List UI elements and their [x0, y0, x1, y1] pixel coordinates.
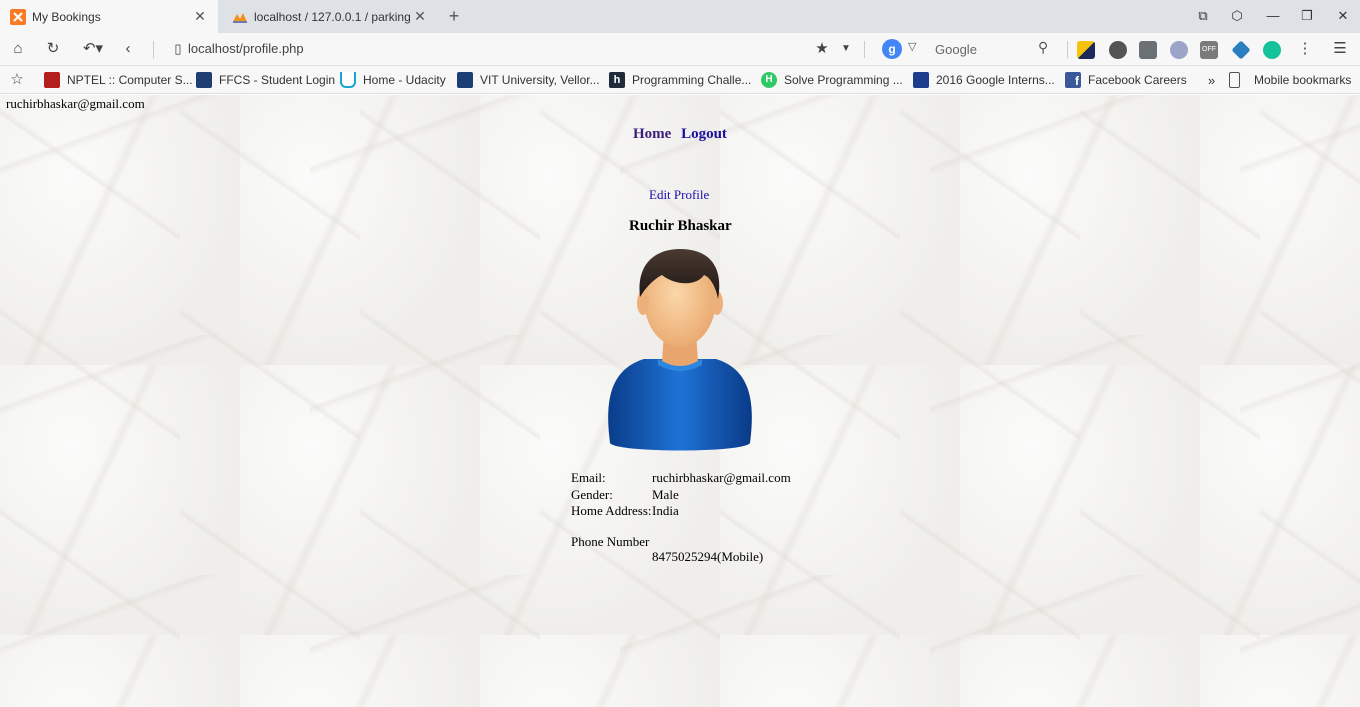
- tab-title: localhost / 127.0.0.1 / parking |: [254, 9, 412, 24]
- close-window-icon[interactable]: ✕: [1331, 5, 1355, 27]
- logged-in-email: ruchirbhaskar@gmail.com: [6, 96, 145, 111]
- edit-profile-link[interactable]: Edit Profile: [649, 187, 709, 203]
- mobile-phone-icon: [1229, 72, 1240, 88]
- bookmark-label: Programming Challe...: [632, 73, 752, 87]
- grammarly-icon[interactable]: [1263, 41, 1281, 59]
- tab-phpmyadmin[interactable]: localhost / 127.0.0.1 / parking | ✕: [222, 0, 438, 33]
- profile-name: Ruchir Bhaskar: [629, 218, 732, 234]
- bookmark-item[interactable]: f Facebook Careers: [1065, 71, 1187, 89]
- bookmark-item[interactable]: VIT University, Vellor...: [457, 71, 600, 89]
- bookmark-item[interactable]: NPTEL :: Computer S...: [44, 71, 193, 89]
- bookmark-label: VIT University, Vellor...: [480, 73, 600, 87]
- tab-strip: My Bookings ✕ localhost / 127.0.0.1 / pa…: [0, 0, 1360, 33]
- hackerrank-icon: h: [609, 72, 625, 88]
- email-label: Email:: [571, 470, 606, 485]
- gender-value: Male: [652, 487, 679, 502]
- bookmark-blue-icon: [913, 72, 929, 88]
- site-nav: Home Logout: [633, 126, 727, 143]
- off-extension-icon[interactable]: OFF: [1200, 41, 1218, 59]
- bookmark-item[interactable]: FFCS - Student Login: [196, 71, 335, 89]
- star-icon[interactable]: ☆: [5, 69, 29, 91]
- phpmyadmin-icon: [233, 12, 247, 23]
- mobile-bookmarks-label: Mobile bookmarks: [1254, 73, 1352, 87]
- undo-close-icon[interactable]: ↶▾: [78, 38, 108, 60]
- new-tab-button[interactable]: +: [443, 5, 465, 27]
- vit-icon: [196, 72, 212, 88]
- bookmark-label: Facebook Careers: [1088, 73, 1187, 87]
- udacity-icon: [340, 72, 356, 88]
- bookmark-label: FFCS - Student Login: [219, 73, 336, 87]
- bookmark-item[interactable]: h Programming Challe...: [609, 71, 751, 89]
- search-engine-icon[interactable]: g: [882, 39, 902, 59]
- url-field[interactable]: localhost/profile.php: [188, 41, 304, 56]
- back-icon[interactable]: ‹: [116, 38, 140, 60]
- chevron-down-icon[interactable]: ▽: [908, 40, 916, 53]
- xampp-icon: [10, 8, 26, 25]
- tab-list-icon[interactable]: ⧉: [1191, 5, 1215, 27]
- divider: [153, 41, 154, 58]
- more-menu-icon[interactable]: ⋮: [1293, 38, 1317, 60]
- bookmark-label: 2016 Google Interns...: [936, 73, 1055, 87]
- bookmark-star-icon[interactable]: ★: [810, 38, 834, 60]
- nptel-icon: [44, 72, 60, 88]
- search-box[interactable]: g ▽ Google ⚲: [880, 37, 1060, 62]
- bookmarks-bar: ☆ NPTEL :: Computer S... FFCS - Student …: [0, 66, 1360, 94]
- phone-value: 8475025294(Mobile): [652, 549, 764, 564]
- extension-icon[interactable]: [1139, 41, 1157, 59]
- bookmark-label: Solve Programming ...: [784, 73, 903, 87]
- divider: [1067, 41, 1068, 58]
- search-placeholder: Google: [935, 42, 977, 57]
- extension-icon[interactable]: [1077, 41, 1095, 59]
- home-link[interactable]: Home: [633, 126, 671, 142]
- address-label: Home Address:: [571, 503, 652, 518]
- tab-my-bookings[interactable]: My Bookings ✕: [0, 0, 218, 33]
- bookmark-label: NPTEL :: Computer S...: [67, 73, 193, 87]
- address-value: India: [652, 503, 679, 518]
- gender-label: Gender:: [571, 487, 613, 502]
- bookmark-label: Home - Udacity: [363, 73, 446, 87]
- extension-icon[interactable]: [1170, 41, 1188, 59]
- close-tab-icon[interactable]: ✕: [192, 8, 208, 25]
- divider: [864, 41, 865, 58]
- minimize-icon[interactable]: —: [1261, 5, 1285, 27]
- maximize-icon[interactable]: ❐: [1295, 5, 1319, 27]
- facebook-icon: f: [1065, 72, 1081, 88]
- reload-icon[interactable]: ↻: [41, 38, 65, 60]
- mobile-bookmarks[interactable]: Mobile bookmarks: [1229, 71, 1351, 89]
- tab-title: My Bookings: [32, 9, 101, 24]
- close-tab-icon[interactable]: ✕: [412, 8, 428, 25]
- vit-icon: [457, 72, 473, 88]
- bookmark-item[interactable]: Home - Udacity: [340, 71, 446, 89]
- search-icon[interactable]: ⚲: [1038, 39, 1048, 56]
- bookmark-dropdown-icon[interactable]: ▼: [834, 38, 858, 60]
- email-value: ruchirbhaskar@gmail.com: [652, 470, 791, 485]
- bookmark-item[interactable]: 2016 Google Interns...: [913, 71, 1055, 89]
- address-toolbar: ⌂ ↻ ↶▾ ‹ ▯ localhost/profile.php ★ ▼ g ▽…: [0, 33, 1360, 66]
- phone-label: Phone Number: [571, 534, 650, 549]
- user-avatar-icon: [608, 249, 752, 451]
- bookmark-item[interactable]: H Solve Programming ...: [761, 71, 903, 89]
- extension-icon[interactable]: [1109, 41, 1127, 59]
- logout-link[interactable]: Logout: [681, 126, 727, 142]
- bookmarks-overflow-button[interactable]: »: [1208, 71, 1215, 89]
- hackerrank-green-icon: H: [761, 72, 777, 88]
- page-info-icon[interactable]: ▯: [166, 38, 190, 60]
- hamburger-menu-icon[interactable]: ☰: [1328, 38, 1352, 60]
- page-content: ruchirbhaskar@gmail.com Home Logout Edit…: [0, 95, 1360, 707]
- extension-icon[interactable]: [1231, 40, 1251, 60]
- home-icon[interactable]: ⌂: [6, 38, 30, 60]
- extensions-icon[interactable]: ⬡: [1225, 5, 1249, 27]
